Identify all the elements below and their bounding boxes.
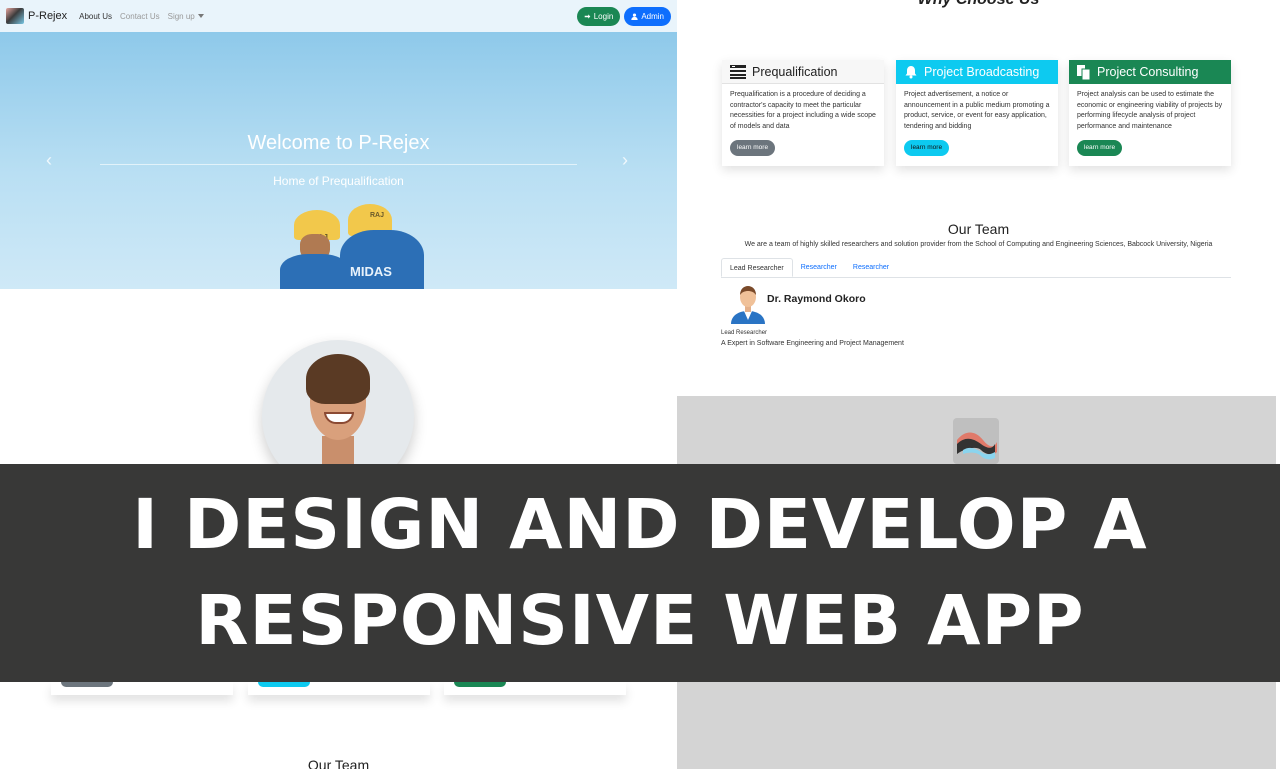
profile-hair xyxy=(306,354,370,404)
tab-researcher-1[interactable]: Researcher xyxy=(793,258,845,277)
footer-logo-icon xyxy=(953,418,999,464)
card-broadcasting-header: Project Broadcasting xyxy=(896,60,1058,84)
helmet-text-right: RAJ xyxy=(370,212,385,219)
member-name: Dr. Raymond Okoro xyxy=(767,293,866,305)
tab-researcher-2[interactable]: Researcher xyxy=(845,258,897,277)
nav-links: About Us Contact Us Sign up xyxy=(79,12,204,21)
footer-logo-wave xyxy=(957,432,997,460)
left-card-2 xyxy=(248,682,430,695)
hero-title: Welcome to P-Rejex xyxy=(247,132,430,154)
login-button[interactable]: Login xyxy=(576,6,621,26)
banner-line-1: I DESIGN AND DEVELOP A xyxy=(132,485,1148,565)
left-card-3 xyxy=(444,682,626,695)
why-choose-us-title: Why Choose Us xyxy=(677,0,1280,9)
card-prequalification-header: Prequalification xyxy=(722,60,884,84)
left-card-3-button[interactable] xyxy=(454,682,506,687)
card-consulting-learn-more-button[interactable]: learn more xyxy=(1077,140,1123,156)
left-card-1 xyxy=(51,682,233,695)
card-broadcasting-title: Project Broadcasting xyxy=(924,65,1040,79)
team-tabs: Lead Researcher Researcher Researcher xyxy=(721,258,1231,278)
list-icon xyxy=(730,64,746,79)
left-team-title: Our Team xyxy=(307,757,370,769)
member-role: Lead Researcher xyxy=(721,330,768,336)
tab-lead-researcher[interactable]: Lead Researcher xyxy=(721,258,793,277)
team-description: We are a team of highly skilled research… xyxy=(744,241,1213,248)
nav-link-contact[interactable]: Contact Us xyxy=(120,12,160,21)
nav-link-signup-label: Sign up xyxy=(167,11,195,21)
hero-divider xyxy=(100,164,577,165)
nav-link-signup[interactable]: Sign up xyxy=(168,12,204,21)
login-button-label: Login xyxy=(593,11,614,21)
card-prequalification-body: Prequalification is a procedure of decid… xyxy=(730,91,876,130)
title-banner: I DESIGN AND DEVELOP A RESPONSIVE WEB AP… xyxy=(0,464,1280,682)
researcher-avatar-icon xyxy=(731,286,765,324)
member-summary: A Expert in Software Engineering and Pro… xyxy=(721,340,904,347)
shirt-text: MIDAS xyxy=(350,264,392,279)
team-title: Our Team xyxy=(947,221,1010,237)
card-broadcasting-body: Project advertisement, a notice or annou… xyxy=(904,91,1050,130)
sign-in-icon xyxy=(584,13,591,19)
brand[interactable]: P-Rejex xyxy=(6,8,67,24)
card-prequalification-learn-more-button[interactable]: learn more xyxy=(730,140,776,156)
left-card-2-button[interactable] xyxy=(258,682,310,687)
hero-subtitle: Home of Prequalification xyxy=(273,174,404,188)
card-consulting-body: Project analysis can be used to estimate… xyxy=(1077,91,1223,130)
shirt-right xyxy=(340,230,424,289)
nav-actions: Login Admin xyxy=(576,6,671,26)
brand-logo-icon xyxy=(6,8,24,24)
documents-icon xyxy=(1077,64,1091,80)
card-consulting-title: Project Consulting xyxy=(1097,65,1199,79)
card-prequalification-title: Prequalification xyxy=(752,64,838,79)
card-project-broadcasting: Project Broadcasting Project advertiseme… xyxy=(896,60,1058,166)
card-project-consulting: Project Consulting Project analysis can … xyxy=(1069,60,1231,166)
brand-name: P-Rejex xyxy=(28,10,68,22)
banner-line-2: RESPONSIVE WEB APP xyxy=(195,581,1085,661)
card-prequalification: Prequalification Prequalification is a p… xyxy=(722,60,884,166)
hero-carousel: ‹ › Welcome to P-Rejex Home of Prequalif… xyxy=(0,32,677,289)
user-icon xyxy=(631,12,638,20)
admin-button-label: Admin xyxy=(641,11,664,21)
nav-link-about[interactable]: About Us xyxy=(79,12,112,21)
card-consulting-header: Project Consulting xyxy=(1069,60,1231,84)
hero-workers-image: RAJ RAJ MIDAS xyxy=(270,202,470,289)
chevron-down-icon xyxy=(197,14,204,19)
card-broadcasting-learn-more-button[interactable]: learn more xyxy=(904,140,950,156)
navbar: P-Rejex About Us Contact Us Sign up Logi… xyxy=(0,0,677,32)
left-card-1-button[interactable] xyxy=(61,682,113,687)
admin-button[interactable]: Admin xyxy=(624,6,671,26)
composite-screenshot: P-Rejex About Us Contact Us Sign up Logi… xyxy=(0,0,1280,769)
bell-icon xyxy=(905,66,917,79)
